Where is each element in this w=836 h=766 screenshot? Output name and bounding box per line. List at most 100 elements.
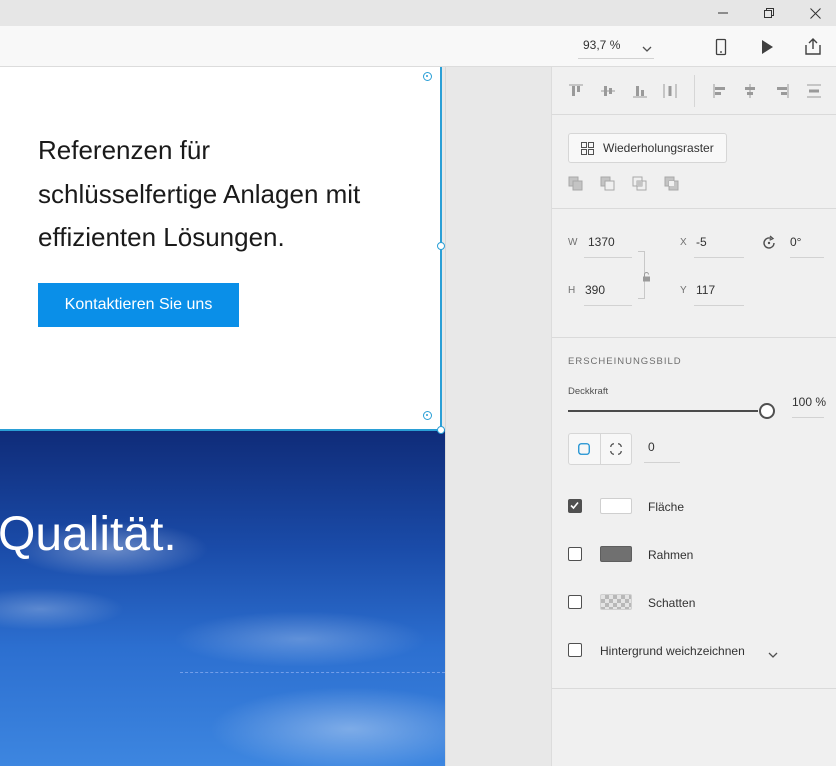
distribute-horizontal-icon: [663, 84, 677, 98]
restore-button[interactable]: [746, 0, 792, 26]
corner-radius-mode-group: [568, 433, 632, 465]
repeat-grid-button[interactable]: Wiederholungsraster: [568, 133, 727, 163]
fill-label: Fläche: [648, 500, 685, 514]
divider: [552, 114, 836, 115]
boolean-subtract-icon: [600, 176, 615, 191]
rotation-field[interactable]: 0°: [790, 235, 801, 249]
shadow-swatch[interactable]: [600, 594, 632, 610]
design-canvas[interactable]: Referenzen für schlüsselfertige Anlagen …: [0, 67, 551, 766]
mobile-preview-button[interactable]: [711, 37, 731, 57]
hero-text[interactable]: Qualität.: [0, 507, 177, 562]
minimize-button[interactable]: [700, 0, 746, 26]
distribute-vertical-button[interactable]: [806, 83, 822, 99]
unlock-icon: [643, 272, 650, 282]
align-middle-button[interactable]: [600, 83, 616, 99]
distribute-vertical-icon: [807, 84, 821, 98]
boolean-intersect-button[interactable]: [632, 176, 648, 192]
divider: [552, 337, 836, 338]
appearance-section-title: ERSCHEINUNGSBILD: [568, 356, 682, 367]
selected-rectangle[interactable]: Referenzen für schlüsselfertige Anlagen …: [0, 67, 440, 429]
opacity-label: Deckkraft: [568, 386, 609, 397]
x-field[interactable]: -5: [696, 235, 707, 249]
play-icon: [762, 40, 773, 54]
opacity-slider-knob[interactable]: [759, 403, 775, 419]
y-underline: [694, 305, 744, 306]
mobile-preview-icon: [715, 38, 727, 56]
align-center-button[interactable]: [742, 83, 758, 99]
shadow-checkbox[interactable]: [568, 595, 582, 609]
align-bottom-button[interactable]: [632, 83, 648, 99]
border-color-swatch[interactable]: [600, 546, 632, 562]
resize-handle-right[interactable]: [437, 242, 445, 250]
uniform-corners-button[interactable]: [569, 434, 601, 464]
share-button[interactable]: [803, 37, 823, 57]
y-field[interactable]: 117: [696, 283, 715, 297]
background-blur-checkbox[interactable]: [568, 643, 582, 657]
x-label: X: [680, 237, 687, 248]
individual-corners-button[interactable]: [601, 434, 632, 464]
corner-radius-handle-top[interactable]: [423, 72, 432, 81]
width-label: W: [568, 237, 578, 248]
fill-color-swatch[interactable]: [600, 498, 632, 514]
y-label: Y: [680, 285, 687, 296]
checkmark-icon: [570, 501, 579, 510]
share-icon: [805, 38, 821, 55]
align-top-button[interactable]: [568, 83, 584, 99]
hero-image[interactable]: [0, 429, 445, 766]
repeat-grid-label: Wiederholungsraster: [603, 141, 714, 155]
aspect-lock-button[interactable]: [642, 269, 651, 287]
toolbar: 93,7 %: [0, 26, 836, 67]
rotation-underline: [790, 257, 824, 258]
minimize-icon: [718, 12, 728, 14]
restore-icon: [764, 8, 774, 18]
boolean-add-button[interactable]: [568, 176, 584, 192]
border-checkbox[interactable]: [568, 547, 582, 561]
boolean-exclude-icon: [664, 176, 679, 191]
grid-icon: [581, 141, 594, 155]
align-left-button[interactable]: [712, 83, 728, 99]
opacity-field[interactable]: 100 %: [792, 395, 826, 409]
close-button[interactable]: [792, 0, 836, 26]
close-icon: [809, 7, 821, 19]
layout-guide: [180, 672, 445, 673]
rotate-control[interactable]: [761, 235, 777, 256]
align-left-icon: [713, 84, 725, 98]
contact-button[interactable]: Kontaktieren Sie uns: [38, 283, 239, 327]
uniform-corners-icon: [578, 443, 591, 455]
height-field[interactable]: 390: [585, 283, 605, 297]
zoom-level[interactable]: 93,7 %: [583, 38, 620, 52]
align-top-icon: [569, 84, 583, 96]
rotate-icon: [763, 235, 775, 249]
shadow-label: Schatten: [648, 596, 696, 610]
background-blur-label: Hintergrund weichzeichnen: [600, 644, 745, 658]
align-right-icon: [777, 84, 789, 98]
individual-corners-icon: [609, 443, 622, 455]
headline-text[interactable]: Referenzen für schlüsselfertige Anlagen …: [38, 129, 368, 260]
align-middle-icon: [601, 86, 615, 96]
distribute-horizontal-button[interactable]: [662, 83, 678, 99]
zoom-underline: [578, 58, 654, 59]
border-label: Rahmen: [648, 548, 694, 562]
boolean-subtract-button[interactable]: [600, 176, 616, 192]
divider: [552, 688, 836, 689]
align-bottom-icon: [633, 86, 647, 98]
window-titlebar: [0, 0, 836, 26]
pasteboard[interactable]: [445, 67, 551, 766]
corner-radius-handle-bottom[interactable]: [423, 411, 432, 420]
height-label: H: [568, 285, 576, 296]
zoom-dropdown[interactable]: [642, 40, 652, 58]
opacity-underline: [792, 417, 824, 418]
corner-radius-field[interactable]: 0: [648, 440, 655, 454]
height-underline: [584, 305, 632, 306]
resize-handle-bottom-right[interactable]: [437, 426, 445, 434]
opacity-slider-track[interactable]: [568, 410, 758, 412]
property-inspector: Wiederholungsraster W 1370 H 390 X -5 Y …: [551, 67, 836, 766]
play-button[interactable]: [757, 37, 777, 57]
width-underline: [584, 257, 632, 258]
width-field[interactable]: 1370: [588, 235, 615, 249]
boolean-exclude-button[interactable]: [664, 176, 680, 192]
background-blur-expand[interactable]: [768, 646, 778, 664]
selection-edge-bottom: [0, 429, 441, 431]
fill-checkbox[interactable]: [568, 499, 582, 513]
align-right-button[interactable]: [774, 83, 790, 99]
